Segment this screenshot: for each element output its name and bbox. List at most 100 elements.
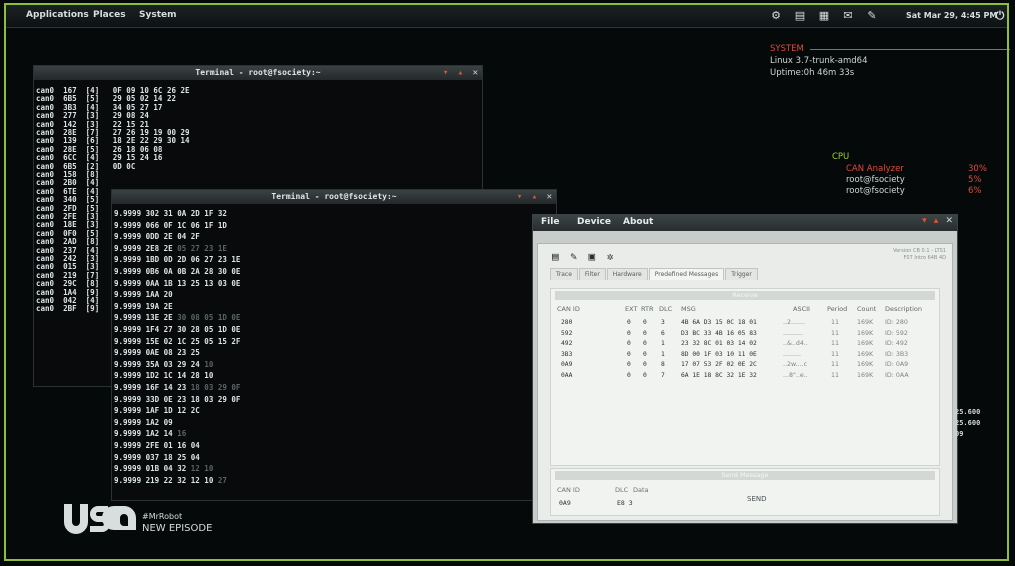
cell-period: 11: [831, 340, 840, 347]
cell-ascii: ..2w....c: [783, 361, 808, 368]
display-icon[interactable]: ▤: [792, 8, 808, 24]
terminal-line: 9.9999 01B 04 32 12 10: [114, 464, 214, 474]
terminal-2-output[interactable]: 9.9999 302 31 0A 2D 1F 32 9.9999 066 0F …: [112, 206, 556, 500]
network-icon[interactable]: ⚙: [768, 8, 784, 24]
col-description[interactable]: Description: [885, 305, 922, 313]
promo-text: #MrRobot NEW EPISODE: [142, 511, 212, 535]
send-data-field[interactable]: E8 3: [617, 499, 633, 507]
terminal-window-2[interactable]: Terminal - root@fsociety:~ ▾ ▴ ✕ 9.9999 …: [111, 189, 557, 501]
maximize-icon[interactable]: ▴: [458, 68, 463, 78]
col-ascii[interactable]: ASCII: [793, 305, 810, 313]
col-count[interactable]: Count: [857, 305, 876, 313]
cell-dlc: 3: [661, 319, 665, 326]
menu-device[interactable]: Device: [577, 217, 611, 227]
document-icon[interactable]: ▤: [552, 250, 559, 263]
minimize-icon[interactable]: ▾: [922, 216, 927, 226]
terminal-line: 9.9999 19A 2E: [114, 301, 178, 311]
tools-icon[interactable]: ✎: [570, 250, 577, 263]
cell-ext: 0: [627, 361, 631, 368]
cell-count: 169K: [857, 340, 874, 347]
send-button[interactable]: SEND: [747, 495, 767, 503]
terminal-line: 9.9999 066 0F 1C 06 1F 1D: [114, 220, 232, 230]
col-rtr[interactable]: RTR: [641, 305, 654, 313]
close-icon[interactable]: ✕: [945, 216, 953, 226]
tab-filter[interactable]: Filter: [578, 268, 606, 280]
cell-desc: ID: 3B3: [885, 350, 909, 358]
minimize-icon[interactable]: ▾: [517, 192, 522, 202]
cell-desc: ID: 0AA: [885, 371, 909, 379]
menu-places[interactable]: Places: [93, 10, 126, 20]
receive-panel: Receive CAN ID EXT RTR DLC MSG ASCII Per…: [550, 288, 940, 466]
menu-about[interactable]: About: [623, 217, 653, 227]
maximize-icon[interactable]: ▴: [934, 216, 939, 226]
top-panel: Applications Places System ⚙ ▤ ▦ ✉ ✎ Sat…: [6, 5, 1007, 28]
cell-desc: ID: 492: [885, 340, 908, 347]
tab-hardware[interactable]: Hardware: [606, 268, 648, 280]
settings-icon[interactable]: ✲: [607, 250, 614, 263]
terminal-line: 9.9999 1AF 1D 12 2C: [114, 406, 205, 416]
terminal-line: 9.9999 1F4 27 30 28 05 1D 0E: [114, 325, 245, 334]
power-icon[interactable]: ⏻: [992, 8, 1008, 24]
tab-predefined-messages[interactable]: Predefined Messages: [648, 268, 725, 280]
cell-ascii: ...8"..e..: [783, 371, 808, 379]
cell-rtr: 0: [643, 371, 647, 379]
cell-ascii: ..2.......: [783, 319, 806, 326]
table-row[interactable]: 592 0 0 6 D3 BC 33 4B 16 05 83.......... 11 16…: [551, 330, 939, 340]
analyzer-menubar: File Device About ▾ ▴ ✕: [533, 215, 957, 231]
terminal-line: 9.9999 33D 0E 23 18 03 29 0F: [114, 394, 245, 404]
col-msg[interactable]: MSG: [681, 305, 696, 313]
table-row[interactable]: 280 0 0 3 4B 6A D3 15 0C 18 01 ..2....... 11 16…: [551, 319, 939, 329]
wrench-icon[interactable]: ✎: [864, 8, 880, 24]
table-row[interactable]: 0AA 0 0 7 6A 1E 18 8C 32 1E 32 ...8"..e.. 11 16…: [551, 372, 939, 382]
menu-applications[interactable]: Applications: [26, 10, 89, 20]
cell-rtr: 0: [643, 361, 647, 368]
send-title: Send Message: [555, 471, 935, 480]
col-can-id[interactable]: CAN ID: [557, 305, 580, 313]
cell-count: 169K: [857, 371, 874, 379]
menu-file[interactable]: File: [541, 217, 559, 227]
cell-id: 592: [561, 329, 573, 337]
col-dlc[interactable]: DLC: [659, 305, 672, 313]
minimize-icon[interactable]: ▾: [443, 68, 448, 78]
send-can-id-field[interactable]: 0A9: [559, 499, 571, 507]
table-row[interactable]: 492 0 0 1 23 32 8C 01 03 14 02 ..&..d4.. 11 169…: [551, 340, 939, 350]
close-icon[interactable]: ✕: [473, 68, 478, 78]
cell-id: 492: [561, 340, 573, 347]
cell-rtr: 0: [643, 350, 647, 358]
terminal-line: 9.9999 0DD 2E 04 2F: [114, 232, 205, 242]
terminal-2-titlebar[interactable]: Terminal - root@fsociety:~ ▾ ▴ ✕: [112, 190, 556, 204]
col-period[interactable]: Period: [827, 305, 847, 313]
mail-icon[interactable]: ✉: [840, 8, 856, 24]
save-icon[interactable]: ▣: [589, 250, 596, 263]
cell-ascii: ..&..d4..: [783, 340, 808, 347]
close-icon[interactable]: ✕: [547, 192, 552, 202]
terminal-line: 9.9999 0B6 0A 0B 2A 28 30 0E: [114, 267, 245, 276]
cpu-process-row: root@fsociety 6%: [846, 186, 982, 197]
col-ext[interactable]: EXT: [625, 305, 637, 313]
cell-msg: 6A 1E 18 8C 32 1E 32: [681, 371, 757, 379]
terminal-line: 9.9999 1A2 14 16: [114, 429, 187, 439]
usa-network-logo: [64, 504, 136, 534]
can-analyzer-window[interactable]: File Device About ▾ ▴ ✕ ▤ ✎ ▣ ✲ Version …: [532, 214, 958, 524]
cell-period: 11: [831, 371, 840, 379]
cell-msg: D3 BC 33 4B 16 05 83: [681, 329, 757, 337]
cell-ext: 0: [627, 329, 631, 337]
terminal-1-titlebar[interactable]: Terminal - root@fsociety:~ ▾ ▴ ✕: [34, 66, 482, 80]
clock[interactable]: Sat Mar 29, 4:45 PM: [906, 11, 997, 20]
tab-trace[interactable]: Trace: [550, 268, 578, 280]
terminal-line: 9.9999 2FE 01 16 04: [114, 441, 205, 450]
process-pct: 6%: [968, 186, 982, 196]
terminal-line: 9.9999 0AA 1B 13 25 13 03 0E: [114, 278, 245, 288]
terminal-line: 9.9999 13E 2E 30 08 05 1D 0E: [114, 313, 241, 323]
terminal-line: 9.9999 0AE 08 23 25: [114, 348, 205, 358]
cell-ascii: ..........: [783, 329, 804, 337]
cell-rtr: 0: [643, 319, 647, 326]
cell-desc: ID: 592: [885, 329, 908, 337]
tab-trigger[interactable]: Trigger: [725, 268, 758, 280]
cell-period: 11: [831, 329, 840, 337]
maximize-icon[interactable]: ▴: [532, 192, 537, 202]
table-row[interactable]: 3B3 0 0 1 8D 00 1F 03 10 11 0E......... 11 169…: [551, 351, 939, 361]
battery-icon[interactable]: ▦: [816, 8, 832, 24]
table-row[interactable]: 0A9 0 0 8 17 07 53 2F 02 0E 2C ..2w....c 11 169…: [551, 361, 939, 371]
menu-system[interactable]: System: [139, 10, 177, 20]
